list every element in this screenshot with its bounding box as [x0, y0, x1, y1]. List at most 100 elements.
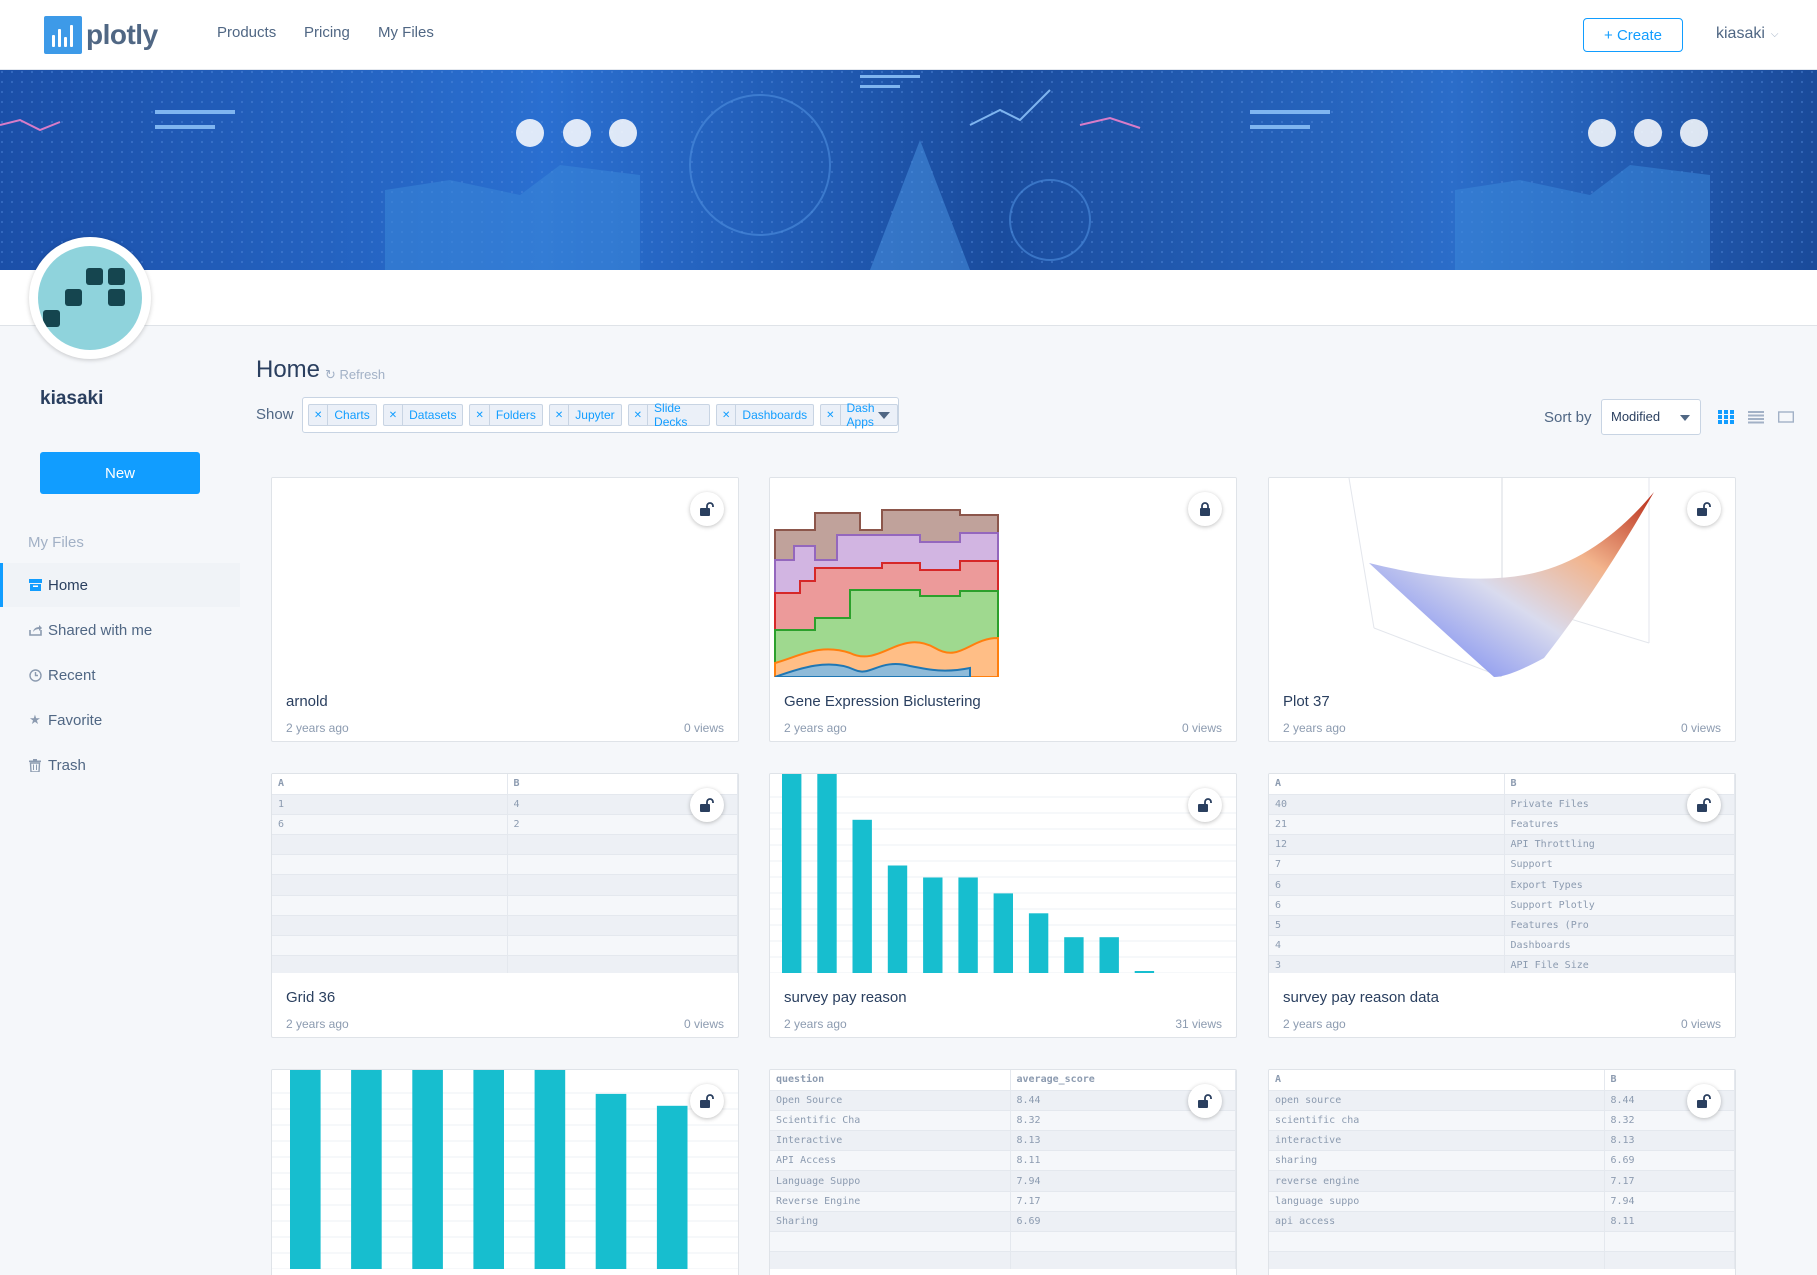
bar [412, 1070, 443, 1269]
grid-cell [507, 955, 738, 973]
new-button[interactable]: New [40, 452, 200, 494]
sidebar-item-label: Favorite [48, 711, 103, 729]
unlock-icon[interactable] [1687, 1084, 1721, 1118]
remove-icon[interactable]: ✕ [821, 405, 841, 425]
create-button[interactable]: + Create [1583, 18, 1683, 52]
bar [473, 1070, 504, 1269]
file-thumbnail[interactable]: A B 40 Private Files 21 Features 12 API Throttl… [1269, 774, 1735, 973]
file-card[interactable] [271, 1069, 739, 1275]
grid-cell: 8.13 [1604, 1130, 1735, 1152]
file-title[interactable]: survey pay reason data [1283, 989, 1439, 1006]
filter-chip-dashboards[interactable]: ✕ Dashboards [716, 404, 815, 426]
top-navbar: plotly Products Pricing My Files + Creat… [0, 0, 1817, 70]
clock-icon [28, 668, 42, 682]
grid-cell: API File Size [1504, 955, 1735, 973]
remove-icon[interactable]: ✕ [550, 405, 570, 425]
grid-cell [507, 935, 738, 957]
unlock-icon[interactable] [690, 1084, 724, 1118]
unlock-icon[interactable] [1188, 788, 1222, 822]
unlock-icon[interactable] [690, 788, 724, 822]
file-card[interactable]: Plot 37 2 years ago 0 views [1268, 477, 1736, 742]
unlock-icon[interactable] [1687, 492, 1721, 526]
sidebar-item-favorite[interactable]: ★ Favorite [0, 698, 240, 742]
caret-down-icon [1680, 415, 1690, 421]
remove-icon[interactable]: ✕ [309, 405, 329, 425]
plotly-logo[interactable]: plotly [44, 16, 158, 54]
nav-pricing[interactable]: Pricing [304, 24, 350, 41]
file-date: 2 years ago [784, 721, 847, 735]
sort-select[interactable]: Modified [1601, 399, 1701, 435]
filter-chip-slide-decks[interactable]: ✕ Slide Decks [627, 401, 711, 429]
refresh-link[interactable]: ↻ Refresh [325, 367, 385, 383]
grid-cell: 12 [1269, 834, 1505, 856]
file-thumbnail[interactable]: AB1462 [272, 774, 738, 973]
grid-cell: 4 [1269, 935, 1505, 957]
grid-cell: Interactive [770, 1130, 1011, 1152]
file-thumbnail[interactable] [272, 1070, 738, 1269]
sidebar-item-home[interactable]: Home [0, 563, 240, 607]
file-card[interactable]: question average_score Open Source 8.44 Scie… [769, 1069, 1237, 1275]
grid-cell: 6.69 [1604, 1150, 1735, 1172]
bar [887, 865, 908, 973]
nav-products[interactable]: Products [217, 24, 276, 41]
file-thumbnail[interactable] [272, 478, 738, 677]
filter-chip-datasets[interactable]: ✕ Datasets [382, 404, 464, 426]
grid-cell [1269, 1251, 1605, 1269]
file-title[interactable]: Plot 37 [1283, 693, 1330, 710]
grid-view-icon[interactable] [1718, 409, 1734, 425]
unlock-icon[interactable] [1188, 1084, 1222, 1118]
remove-icon[interactable]: ✕ [470, 405, 490, 425]
grid-cell: Support [1504, 854, 1735, 876]
file-date: 2 years ago [286, 1017, 349, 1031]
bar [923, 877, 943, 973]
filter-chip-charts[interactable]: ✕ Charts [308, 404, 377, 426]
user-menu-name: kiasaki [1716, 25, 1765, 42]
single-view-icon[interactable] [1777, 409, 1795, 425]
file-thumbnail[interactable] [1269, 478, 1735, 677]
unlock-icon[interactable] [690, 492, 724, 526]
grid-cell: 8.13 [1010, 1130, 1236, 1152]
grid-cell: 3 [1269, 955, 1505, 973]
bar [1099, 937, 1119, 973]
grid-cell [272, 955, 508, 973]
archive-icon [28, 578, 42, 592]
grid-cell: Open Source [770, 1090, 1011, 1111]
nav-my-files[interactable]: My Files [378, 24, 434, 41]
surface-3d-preview [1348, 478, 1654, 677]
file-title[interactable]: survey pay reason [784, 989, 907, 1006]
filter-chip-folders[interactable]: ✕ Folders [469, 404, 543, 426]
remove-icon[interactable]: ✕ [384, 405, 404, 425]
remove-icon[interactable]: ✕ [717, 405, 737, 425]
file-card[interactable]: A B 1 4 6 2 Grid 36 2 years ago 0 views [271, 773, 739, 1038]
file-title[interactable]: Grid 36 [286, 989, 335, 1006]
bar [1064, 937, 1084, 973]
file-card[interactable]: survey pay reason 2 years ago 31 views [769, 773, 1237, 1038]
file-thumbnail[interactable]: question average_score Open Source 8.44 Scie… [770, 1070, 1236, 1269]
file-card[interactable]: A B 40 Private Files 21 Features 12 API Throttl… [1268, 773, 1736, 1038]
filter-select[interactable]: ✕ Charts ✕ Datasets ✕ Folders ✕ Jupyter ✕ Sli… [302, 397, 899, 433]
sidebar-item-label: Shared with me [48, 621, 153, 639]
file-thumbnail[interactable] [770, 478, 1236, 677]
file-card[interactable]: A Bopen source 8.44 scientific cha 8.32 inter… [1268, 1069, 1736, 1275]
file-card[interactable]: arnold 2 years ago 0 views [271, 477, 739, 742]
file-thumbnail[interactable] [770, 774, 1236, 973]
filter-chip-jupyter[interactable]: ✕ Jupyter [548, 404, 622, 426]
unlock-icon[interactable] [1687, 788, 1721, 822]
sidebar-item-shared[interactable]: Shared with me [0, 608, 240, 652]
sidebar-item-trash[interactable]: Trash [0, 743, 240, 787]
user-menu[interactable]: kiasaki ⌵ [1716, 25, 1779, 43]
bar [958, 877, 978, 973]
file-card[interactable]: Gene Expression Biclustering 2 years ago 0… [769, 477, 1237, 742]
remove-icon[interactable]: ✕ [629, 405, 649, 425]
file-views: 0 views [1181, 721, 1222, 735]
sidebar-item-recent[interactable]: Recent [0, 653, 240, 697]
grid-header-cell: A [1269, 774, 1505, 795]
caret-down-icon[interactable] [878, 412, 890, 419]
grid-cell [1604, 1251, 1735, 1269]
lock-icon[interactable] [1188, 492, 1222, 526]
file-thumbnail[interactable]: A Bopen source 8.44 scientific cha 8.32 inter… [1269, 1070, 1735, 1269]
file-title[interactable]: arnold [286, 693, 328, 710]
list-view-icon[interactable] [1748, 409, 1764, 425]
file-title[interactable]: Gene Expression Biclustering [784, 693, 981, 710]
grid-cell [507, 834, 738, 856]
